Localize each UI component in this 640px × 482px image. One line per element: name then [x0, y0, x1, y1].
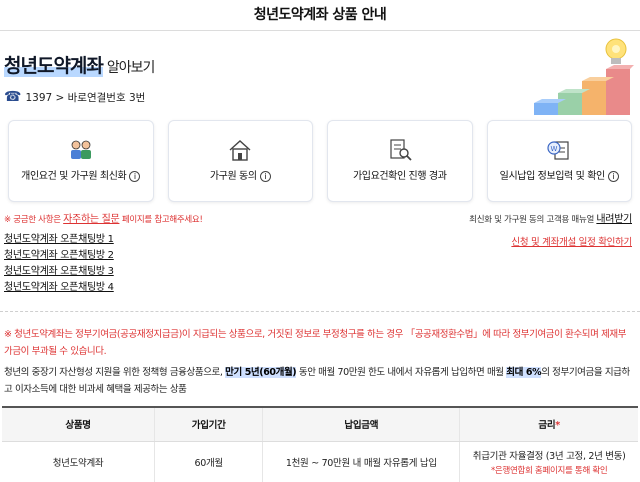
family-icon [70, 140, 91, 159]
faq-link[interactable]: 자주하는 질문 [63, 214, 120, 225]
open-chat-link-4[interactable]: 청년도약계좌 오픈채팅방 4 [4, 280, 114, 296]
document-search-icon [390, 139, 412, 161]
rate-note: *은행연합회 홈페이지를 통해 확인 [490, 466, 608, 477]
cell-amount: 1천원 ~ 70만원 내 매월 자유롭게 납입 [262, 441, 461, 482]
manual-download-link[interactable]: 내려받기 [596, 214, 632, 225]
hero-title-sub: 알아보기 [106, 60, 156, 76]
hero-title-main: 청년도약계좌 [4, 55, 104, 77]
header-period: 가입기간 [154, 406, 264, 442]
cell-product-name: 청년도약계좌 [2, 441, 156, 482]
card-label: 일시납입 정보입력 및 확인 i [488, 167, 632, 182]
phone-text: 1397 > 바로연결번호 3번 [25, 91, 146, 104]
header-rate: 금리* [459, 406, 638, 442]
card-label: 개인요건 및 가구원 최신화 i [9, 167, 153, 182]
page-title: 청년도약계좌 상품 안내 [253, 7, 387, 23]
table-row: 청년도약계좌 60개월 1천원 ~ 70만원 내 매월 자유롭게 납입 취급기관… [2, 441, 638, 482]
phone-icon: ☎ [4, 89, 22, 105]
card-label: 가구원 동의 i [169, 167, 313, 182]
notice-row: ※ 궁금한 사항은 자주하는 질문 페이지를 참고해주세요! 최신화 및 가구원… [4, 210, 632, 225]
info-icon[interactable]: i [259, 171, 271, 182]
highlight-rate: 최대 6% [506, 367, 542, 378]
house-icon [229, 140, 251, 161]
open-chat-list: 청년도약계좌 오픈채팅방 1 청년도약계좌 오픈채팅방 2 청년도약계좌 오픈채… [4, 232, 114, 296]
hero-section: 청년도약계좌 알아보기 ☎ 1397 > 바로연결번호 3번 [0, 31, 640, 119]
top-bar: 청년도약계좌 상품 안내 [0, 0, 640, 31]
open-chat-link-1[interactable]: 청년도약계좌 오픈채팅방 1 [4, 232, 114, 248]
hero-phone: ☎ 1397 > 바로연결번호 3번 [4, 89, 145, 105]
manual-download: 최신화 및 가구원 동의 고객용 매뉴얼 내려받기 [469, 214, 632, 225]
info-icon[interactable]: i [129, 171, 141, 182]
fraud-warning: ※ 청년도약계좌는 정부기여금(공공재정지급금)이 지급되는 상품으로, 거짓된… [4, 329, 627, 357]
card-personal-update[interactable]: 개인요건 및 가구원 최신화 i [8, 120, 154, 202]
product-table: 상품명 가입기간 납입금액 금리* 청년도약계좌 60개월 1천원 ~ 70만원… [2, 406, 638, 482]
header-amount: 납입금액 [262, 406, 461, 442]
cell-period: 60개월 [154, 441, 264, 482]
lightbulb-stairs-icon [534, 38, 634, 115]
schedule-check-link[interactable]: 신청 및 계좌개설 일정 확인하기 [511, 234, 632, 248]
card-household-consent[interactable]: 가구원 동의 i [167, 120, 313, 202]
svg-text:W: W [551, 145, 558, 153]
cell-rate: 취급기관 자율결정 (3년 고정, 2년 변동) *은행연합회 홈페이지를 통해 … [460, 441, 638, 482]
open-chat-link-3[interactable]: 청년도약계좌 오픈채팅방 3 [4, 264, 114, 280]
card-lump-sum-info[interactable]: W 일시납입 정보입력 및 확인 i [486, 120, 632, 202]
table-header-row: 상품명 가입기간 납입금액 금리* [2, 406, 638, 442]
header-product-name: 상품명 [2, 406, 156, 442]
open-chat-link-2[interactable]: 청년도약계좌 오픈채팅방 2 [4, 248, 114, 264]
hero-title: 청년도약계좌 알아보기 [4, 51, 156, 78]
product-description: 청년의 중장기 자산형성 지원을 위한 정책형 금융상품으로, 만기 5년(60… [4, 367, 630, 395]
action-cards: 개인요건 및 가구원 최신화 i 가구원 동의 i 가입요건확인 진행 경과 W 일… [8, 120, 632, 202]
info-icon[interactable]: i [607, 171, 619, 182]
coin-document-icon: W [547, 141, 569, 160]
required-mark: * [555, 420, 560, 432]
card-label: 가입요건확인 진행 경과 [352, 171, 447, 182]
section-divider [0, 311, 640, 312]
highlight-period: 만기 5년(60개월) [225, 367, 297, 378]
card-eligibility-progress[interactable]: 가입요건확인 진행 경과 [327, 120, 473, 202]
